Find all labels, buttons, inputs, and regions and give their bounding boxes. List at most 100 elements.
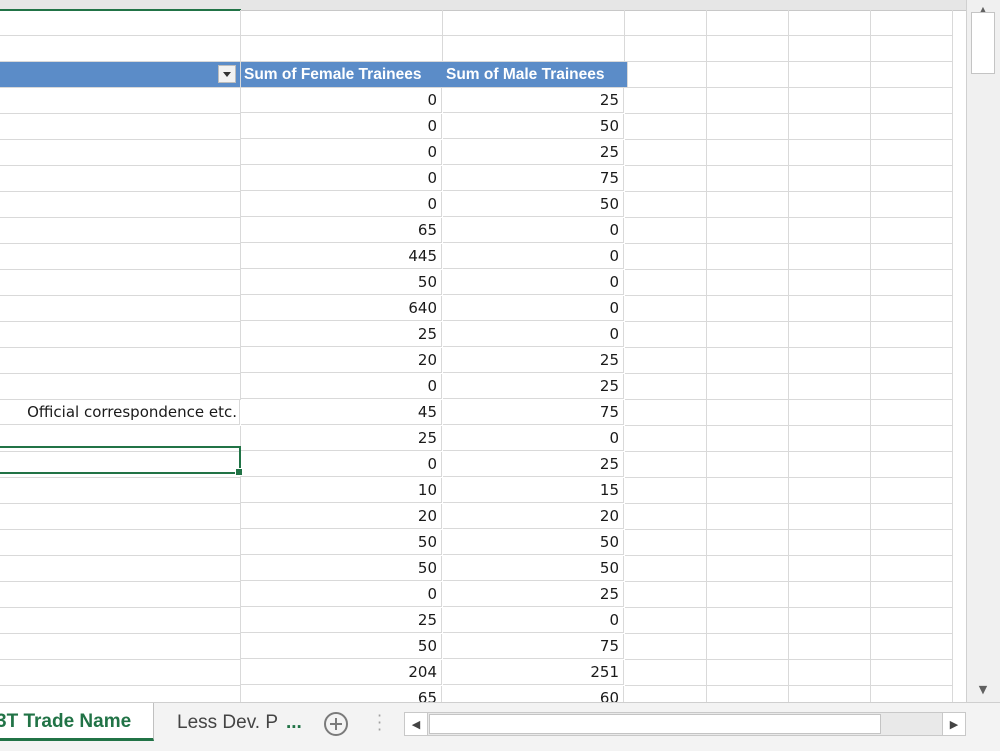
cell[interactable] bbox=[871, 10, 953, 36]
cell[interactable] bbox=[871, 452, 953, 478]
cell[interactable] bbox=[625, 192, 707, 218]
cell[interactable] bbox=[789, 270, 871, 296]
row-label-cell[interactable] bbox=[0, 114, 241, 140]
cell[interactable] bbox=[871, 556, 953, 582]
cell[interactable] bbox=[789, 634, 871, 660]
female-trainees-cell[interactable]: 0 bbox=[241, 192, 442, 217]
cell[interactable] bbox=[625, 10, 707, 36]
cell[interactable] bbox=[443, 36, 625, 62]
add-sheet-icon[interactable] bbox=[324, 712, 348, 736]
cell[interactable] bbox=[707, 10, 789, 36]
dropdown-filter-icon[interactable] bbox=[218, 65, 236, 83]
cell[interactable] bbox=[707, 374, 789, 400]
cell[interactable] bbox=[789, 582, 871, 608]
row-label-cell[interactable] bbox=[0, 530, 241, 556]
male-trainees-cell[interactable]: 60 bbox=[443, 686, 624, 702]
cell[interactable] bbox=[871, 634, 953, 660]
male-trainees-cell[interactable]: 25 bbox=[443, 582, 624, 607]
cell[interactable] bbox=[625, 114, 707, 140]
cell[interactable] bbox=[625, 556, 707, 582]
cell[interactable] bbox=[871, 504, 953, 530]
cell[interactable] bbox=[707, 634, 789, 660]
male-trainees-cell[interactable]: 25 bbox=[443, 348, 624, 373]
row-label-cell[interactable] bbox=[0, 192, 241, 218]
male-trainees-cell[interactable]: 75 bbox=[443, 634, 624, 659]
cell[interactable] bbox=[871, 374, 953, 400]
cell[interactable] bbox=[707, 322, 789, 348]
scroll-left-icon[interactable]: ◀ bbox=[405, 713, 428, 735]
cell[interactable] bbox=[625, 504, 707, 530]
cell[interactable] bbox=[625, 140, 707, 166]
male-trainees-cell[interactable]: 15 bbox=[443, 478, 624, 503]
row-label-cell[interactable] bbox=[0, 140, 241, 166]
cell[interactable] bbox=[871, 478, 953, 504]
cell[interactable] bbox=[625, 400, 707, 426]
vertical-scrollbar[interactable]: ▲ ▼ bbox=[966, 0, 1000, 702]
cell[interactable] bbox=[871, 348, 953, 374]
cell[interactable] bbox=[707, 114, 789, 140]
cell[interactable] bbox=[789, 556, 871, 582]
female-trainees-cell[interactable]: 0 bbox=[241, 166, 442, 191]
cell[interactable] bbox=[625, 608, 707, 634]
cell[interactable] bbox=[625, 36, 707, 62]
scroll-right-icon[interactable]: ▶ bbox=[942, 713, 965, 735]
female-trainees-cell[interactable]: 0 bbox=[241, 582, 442, 607]
cell[interactable] bbox=[625, 478, 707, 504]
cell[interactable] bbox=[789, 374, 871, 400]
cell[interactable] bbox=[871, 426, 953, 452]
male-trainees-cell[interactable]: 0 bbox=[443, 322, 624, 347]
row-label-cell[interactable] bbox=[0, 166, 241, 192]
cell[interactable] bbox=[625, 452, 707, 478]
row-label-cell[interactable] bbox=[0, 218, 241, 244]
cell[interactable] bbox=[789, 140, 871, 166]
cell[interactable] bbox=[625, 530, 707, 556]
row-label-cell[interactable] bbox=[0, 348, 241, 374]
cell[interactable] bbox=[707, 530, 789, 556]
vertical-scroll-thumb[interactable] bbox=[971, 12, 995, 74]
female-trainees-cell[interactable]: 25 bbox=[241, 322, 442, 347]
female-trainees-cell[interactable]: 50 bbox=[241, 634, 442, 659]
row-label-cell[interactable] bbox=[0, 556, 241, 582]
male-trainees-cell[interactable]: 50 bbox=[443, 114, 624, 139]
cell[interactable] bbox=[789, 192, 871, 218]
male-trainees-cell[interactable]: 50 bbox=[443, 556, 624, 581]
cell[interactable] bbox=[789, 530, 871, 556]
cell[interactable] bbox=[443, 10, 625, 36]
row-label-cell[interactable] bbox=[0, 608, 241, 634]
cell[interactable] bbox=[0, 36, 241, 62]
row-label-cell[interactable] bbox=[0, 322, 241, 348]
cell[interactable] bbox=[241, 10, 443, 36]
cell[interactable] bbox=[789, 36, 871, 62]
cell[interactable] bbox=[707, 556, 789, 582]
cell[interactable] bbox=[871, 36, 953, 62]
cell[interactable] bbox=[625, 62, 707, 88]
row-label-cell[interactable] bbox=[0, 244, 241, 270]
cell[interactable] bbox=[789, 322, 871, 348]
cell[interactable] bbox=[871, 530, 953, 556]
female-trainees-cell[interactable]: 50 bbox=[241, 530, 442, 555]
cell[interactable] bbox=[871, 400, 953, 426]
male-trainees-cell[interactable]: 0 bbox=[443, 426, 624, 451]
cell[interactable] bbox=[871, 296, 953, 322]
cell[interactable] bbox=[707, 88, 789, 114]
cell[interactable] bbox=[707, 270, 789, 296]
cell[interactable] bbox=[625, 296, 707, 322]
cell[interactable] bbox=[707, 296, 789, 322]
male-trainees-cell[interactable]: 25 bbox=[443, 88, 624, 113]
male-trainees-cell[interactable]: 0 bbox=[443, 244, 624, 269]
female-trainees-cell[interactable]: 25 bbox=[241, 608, 442, 633]
cell[interactable] bbox=[625, 582, 707, 608]
cell[interactable] bbox=[789, 400, 871, 426]
cell[interactable] bbox=[789, 426, 871, 452]
male-trainees-cell[interactable]: 50 bbox=[443, 530, 624, 555]
cell[interactable] bbox=[707, 686, 789, 702]
cell[interactable] bbox=[707, 452, 789, 478]
cell[interactable] bbox=[707, 660, 789, 686]
cell[interactable] bbox=[871, 114, 953, 140]
cell[interactable] bbox=[871, 192, 953, 218]
female-trainees-cell[interactable]: 20 bbox=[241, 348, 442, 373]
cell[interactable] bbox=[625, 322, 707, 348]
more-tabs-button[interactable]: ... bbox=[286, 703, 302, 743]
male-trainees-cell[interactable]: 0 bbox=[443, 296, 624, 321]
cell[interactable] bbox=[789, 608, 871, 634]
